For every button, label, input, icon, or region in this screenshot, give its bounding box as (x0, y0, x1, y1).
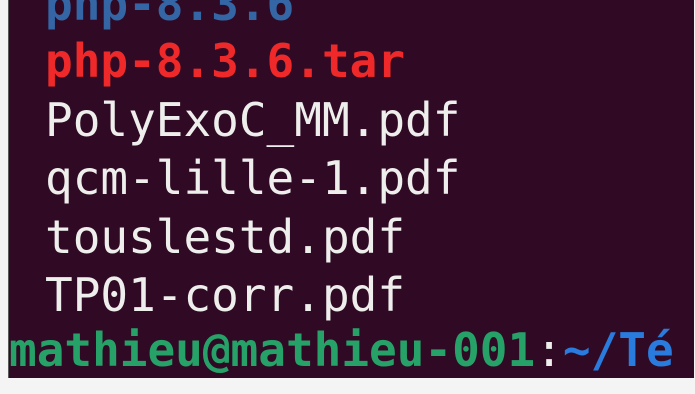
listing-entry-file: PolyExoC_MM.pdf (45, 93, 461, 147)
prompt-separator: : (535, 323, 563, 377)
listing-entry-file: touslestd.pdf (45, 210, 406, 264)
screenshot-frame: php-8.3.6 php-8.3.6.tar PolyExoC_MM.pdf … (0, 0, 695, 394)
bottom-edge (0, 378, 695, 394)
listing-entry-file: TP01-corr.pdf (45, 268, 406, 322)
shell-prompt: mathieu@mathieu-001:~/Té (9, 322, 674, 378)
prompt-user-host: mathieu@mathieu-001 (9, 323, 536, 377)
terminal-window[interactable]: php-8.3.6 php-8.3.6.tar PolyExoC_MM.pdf … (8, 0, 694, 394)
listing-entry-file: qcm-lille-1.pdf (45, 151, 461, 205)
listing-entry-directory: php-8.3.6 (45, 0, 295, 31)
prompt-path: ~/Té (562, 323, 674, 377)
listing-entry-archive: php-8.3.6.tar (45, 34, 406, 88)
